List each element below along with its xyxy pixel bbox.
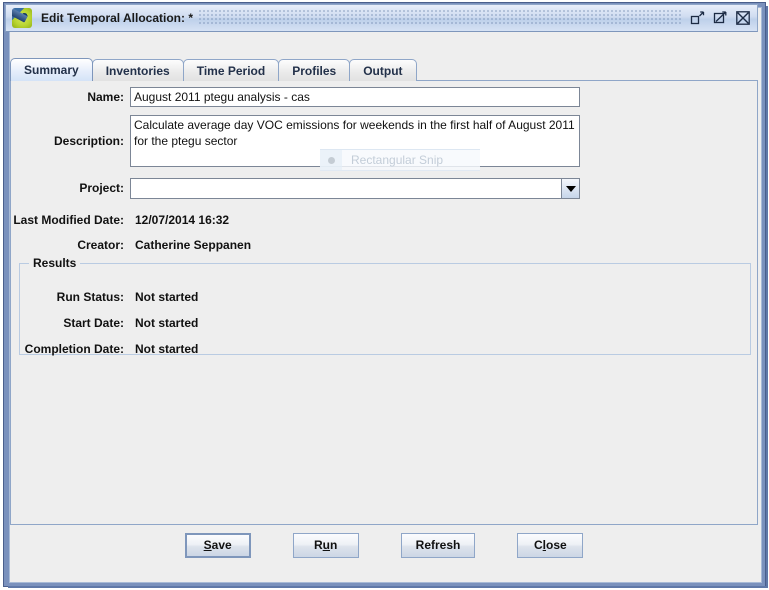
- tab-label: Output: [363, 63, 403, 78]
- tab-label: Summary: [24, 63, 79, 77]
- start-date-label: Start Date:: [63, 316, 124, 330]
- start-date-value: Not started: [135, 316, 199, 330]
- window-right-shadow: [766, 6, 768, 588]
- name-input[interactable]: [130, 87, 580, 107]
- dialog-button-bar: Save Run Refresh Close: [10, 528, 758, 562]
- description-label: Description:: [53, 134, 124, 148]
- run-status-label: Run Status:: [56, 290, 124, 304]
- window-bottom-shadow: [8, 586, 766, 588]
- title-bar[interactable]: Edit Temporal Allocation: *: [5, 4, 758, 32]
- save-mnemonic: S: [203, 538, 212, 552]
- close-prefix: C: [533, 538, 543, 552]
- tab-summary[interactable]: Summary: [10, 58, 93, 81]
- run-suffix: n: [329, 538, 338, 552]
- close-suffix: ose: [546, 538, 567, 552]
- emissions-app-icon: [12, 8, 32, 28]
- tab-label: Profiles: [292, 63, 337, 78]
- restore-down-icon[interactable]: [688, 9, 706, 27]
- results-legend: Results: [29, 256, 81, 270]
- run-prefix: R: [313, 538, 323, 552]
- name-label: Name:: [87, 90, 124, 104]
- last-modified-date-label: Last Modified Date:: [13, 213, 124, 227]
- maximize-icon[interactable]: [711, 9, 729, 27]
- tab-label: Time Period: [196, 63, 266, 78]
- description-textarea[interactable]: Calculate average day VOC emissions for …: [130, 115, 580, 167]
- tab-profiles[interactable]: Profiles: [278, 59, 351, 81]
- close-icon[interactable]: [734, 9, 752, 27]
- last-modified-date-value: 12/07/2014 16:32: [135, 213, 230, 227]
- chevron-down-icon[interactable]: [561, 179, 579, 198]
- run-mnemonic: u: [322, 538, 330, 552]
- run-status-value: Not started: [135, 290, 199, 304]
- tab-label: Inventories: [105, 63, 170, 78]
- tab-time-period[interactable]: Time Period: [182, 59, 280, 81]
- project-combobox[interactable]: [130, 178, 580, 199]
- refresh-prefix: Refresh: [415, 538, 461, 552]
- completion-date-value: Not started: [135, 342, 199, 356]
- creator-label: Creator:: [77, 238, 124, 252]
- project-selected-value: [131, 179, 561, 198]
- completion-date-label: Completion Date:: [24, 342, 124, 356]
- tab-output[interactable]: Output: [349, 59, 417, 81]
- window-title: Edit Temporal Allocation: *: [41, 11, 194, 25]
- results-group: Results: [19, 256, 751, 355]
- tab-strip: Summary Inventories Time Period Profiles…: [10, 58, 417, 81]
- title-bar-texture: [199, 10, 682, 26]
- save-suffix: ave: [211, 538, 232, 552]
- close-dialog-button[interactable]: Close: [517, 532, 584, 558]
- save-button[interactable]: Save: [184, 532, 251, 558]
- tab-inventories[interactable]: Inventories: [91, 59, 184, 81]
- creator-value: Catherine Seppanen: [135, 238, 252, 252]
- project-label: Project:: [79, 181, 124, 195]
- refresh-button[interactable]: Refresh: [400, 532, 476, 558]
- run-button[interactable]: Run: [292, 532, 359, 558]
- summary-panel: Name: Description: Calculate average day…: [10, 80, 758, 525]
